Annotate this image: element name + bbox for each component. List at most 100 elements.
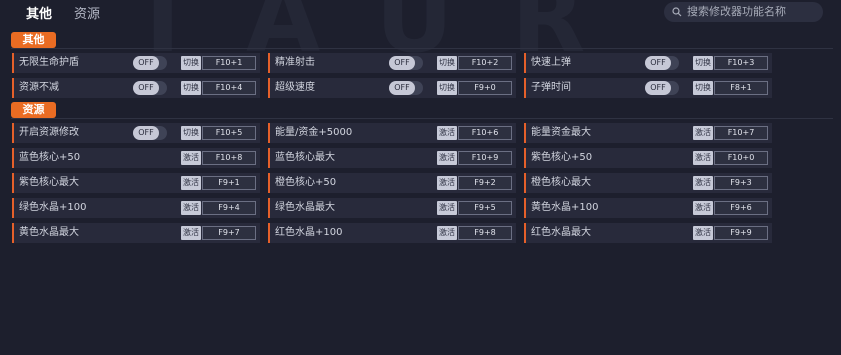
hotkey-field[interactable]: F9+0 bbox=[458, 81, 512, 95]
hotkey-field[interactable]: F10+5 bbox=[202, 126, 256, 140]
cheat-item[interactable]: 绿色水晶+100 激活 F9+4 bbox=[12, 198, 260, 218]
toggle-state: OFF bbox=[133, 126, 159, 140]
cheat-item[interactable]: 蓝色核心+50 激活 F10+8 bbox=[12, 148, 260, 168]
cheat-item[interactable]: 子弹时间 OFF 切换 F8+1 bbox=[524, 78, 772, 98]
cheat-label: 能量资金最大 bbox=[531, 127, 591, 138]
activate-button[interactable]: 激活 bbox=[437, 126, 457, 140]
activate-button[interactable]: 激活 bbox=[437, 151, 457, 165]
hotkey-field[interactable]: F10+8 bbox=[202, 151, 256, 165]
cheat-item[interactable]: 能量/资金+5000 激活 F10+6 bbox=[268, 123, 516, 143]
section-divider bbox=[11, 118, 833, 119]
top-bar: 其他 资源 搜索修改器功能名称 bbox=[0, 0, 841, 26]
switch-button[interactable]: 切换 bbox=[693, 81, 713, 95]
cheat-item[interactable]: 红色水晶+100 激活 F9+8 bbox=[268, 223, 516, 243]
switch-button[interactable]: 切换 bbox=[181, 126, 201, 140]
section-divider bbox=[11, 48, 833, 49]
cheat-label: 黄色水晶最大 bbox=[19, 227, 79, 238]
cheat-label: 紫色核心+50 bbox=[531, 152, 593, 163]
hotkey-field[interactable]: F10+3 bbox=[714, 56, 768, 70]
cheat-item[interactable]: 超级速度 OFF 切换 F9+0 bbox=[268, 78, 516, 98]
activate-button[interactable]: 激活 bbox=[693, 226, 713, 240]
switch-button[interactable]: 切换 bbox=[437, 81, 457, 95]
hotkey-field[interactable]: F9+7 bbox=[202, 226, 256, 240]
toggle-state: OFF bbox=[645, 56, 671, 70]
activate-button[interactable]: 激活 bbox=[181, 151, 201, 165]
cheat-label: 绿色水晶+100 bbox=[19, 202, 87, 213]
cheat-label: 蓝色核心+50 bbox=[19, 152, 81, 163]
activate-button[interactable]: 激活 bbox=[181, 176, 201, 190]
activate-button[interactable]: 激活 bbox=[437, 201, 457, 215]
search-icon bbox=[672, 7, 682, 17]
activate-button[interactable]: 激活 bbox=[437, 226, 457, 240]
cheat-label: 橙色核心最大 bbox=[531, 177, 591, 188]
tab-other[interactable]: 其他 bbox=[26, 3, 52, 22]
cheat-label: 黄色水晶+100 bbox=[531, 202, 599, 213]
search-input[interactable]: 搜索修改器功能名称 bbox=[664, 2, 823, 22]
hotkey-field[interactable]: F9+1 bbox=[202, 176, 256, 190]
cheat-label: 精准射击 bbox=[275, 57, 315, 68]
toggle-switch[interactable]: OFF bbox=[389, 81, 423, 95]
hotkey-field[interactable]: F9+3 bbox=[714, 176, 768, 190]
cheat-label: 橙色核心+50 bbox=[275, 177, 337, 188]
cheat-item[interactable]: 能量资金最大 激活 F10+7 bbox=[524, 123, 772, 143]
hotkey-field[interactable]: F8+1 bbox=[714, 81, 768, 95]
activate-button[interactable]: 激活 bbox=[693, 126, 713, 140]
hotkey-field[interactable]: F10+7 bbox=[714, 126, 768, 140]
hotkey-field[interactable]: F9+2 bbox=[458, 176, 512, 190]
activate-button[interactable]: 激活 bbox=[693, 151, 713, 165]
hotkey-field[interactable]: F10+1 bbox=[202, 56, 256, 70]
cheat-label: 无限生命护盾 bbox=[19, 57, 79, 68]
toggle-switch[interactable]: OFF bbox=[389, 56, 423, 70]
toggle-state: OFF bbox=[133, 56, 159, 70]
hotkey-field[interactable]: F9+9 bbox=[714, 226, 768, 240]
toggle-switch[interactable]: OFF bbox=[133, 56, 167, 70]
section-label-resources: 资源 bbox=[11, 102, 56, 118]
switch-button[interactable]: 切换 bbox=[693, 56, 713, 70]
cheat-item[interactable]: 黄色水晶+100 激活 F9+6 bbox=[524, 198, 772, 218]
section-label-other: 其他 bbox=[11, 32, 56, 48]
cheat-label: 子弹时间 bbox=[531, 82, 571, 93]
tab-resources[interactable]: 资源 bbox=[74, 3, 100, 22]
cheat-item[interactable]: 黄色水晶最大 激活 F9+7 bbox=[12, 223, 260, 243]
activate-button[interactable]: 激活 bbox=[693, 201, 713, 215]
cheat-item[interactable]: 无限生命护盾 OFF 切换 F10+1 bbox=[12, 53, 260, 73]
cheat-item[interactable]: 蓝色核心最大 激活 F10+9 bbox=[268, 148, 516, 168]
cheat-label: 超级速度 bbox=[275, 82, 315, 93]
hotkey-field[interactable]: F10+0 bbox=[714, 151, 768, 165]
hotkey-field[interactable]: F10+9 bbox=[458, 151, 512, 165]
hotkey-field[interactable]: F9+4 bbox=[202, 201, 256, 215]
cheat-item[interactable]: 紫色核心最大 激活 F9+1 bbox=[12, 173, 260, 193]
cheat-item[interactable]: 橙色核心最大 激活 F9+3 bbox=[524, 173, 772, 193]
activate-button[interactable]: 激活 bbox=[181, 201, 201, 215]
cheat-label: 红色水晶+100 bbox=[275, 227, 343, 238]
toggle-switch[interactable]: OFF bbox=[133, 81, 167, 95]
switch-button[interactable]: 切换 bbox=[181, 56, 201, 70]
hotkey-field[interactable]: F10+6 bbox=[458, 126, 512, 140]
cheat-item[interactable]: 橙色核心+50 激活 F9+2 bbox=[268, 173, 516, 193]
activate-button[interactable]: 激活 bbox=[437, 176, 457, 190]
hotkey-field[interactable]: F9+6 bbox=[714, 201, 768, 215]
switch-button[interactable]: 切换 bbox=[181, 81, 201, 95]
hotkey-field[interactable]: F9+8 bbox=[458, 226, 512, 240]
hotkey-field[interactable]: F10+4 bbox=[202, 81, 256, 95]
search-placeholder: 搜索修改器功能名称 bbox=[687, 5, 786, 18]
cheat-item[interactable]: 紫色核心+50 激活 F10+0 bbox=[524, 148, 772, 168]
toggle-switch[interactable]: OFF bbox=[645, 81, 679, 95]
hotkey-field[interactable]: F9+5 bbox=[458, 201, 512, 215]
hotkey-field[interactable]: F10+2 bbox=[458, 56, 512, 70]
toggle-switch[interactable]: OFF bbox=[645, 56, 679, 70]
toggle-state: OFF bbox=[389, 56, 415, 70]
cheat-item[interactable]: 资源不减 OFF 切换 F10+4 bbox=[12, 78, 260, 98]
toggle-state: OFF bbox=[389, 81, 415, 95]
cheat-item[interactable]: 开启资源修改 OFF 切换 F10+5 bbox=[12, 123, 260, 143]
toggle-switch[interactable]: OFF bbox=[133, 126, 167, 140]
cheat-item[interactable]: 快速上弹 OFF 切换 F10+3 bbox=[524, 53, 772, 73]
switch-button[interactable]: 切换 bbox=[437, 56, 457, 70]
activate-button[interactable]: 激活 bbox=[181, 226, 201, 240]
cheat-item[interactable]: 精准射击 OFF 切换 F10+2 bbox=[268, 53, 516, 73]
cheat-item[interactable]: 红色水晶最大 激活 F9+9 bbox=[524, 223, 772, 243]
activate-button[interactable]: 激活 bbox=[693, 176, 713, 190]
cheat-label: 资源不减 bbox=[19, 82, 59, 93]
cheat-label: 紫色核心最大 bbox=[19, 177, 79, 188]
cheat-item[interactable]: 绿色水晶最大 激活 F9+5 bbox=[268, 198, 516, 218]
